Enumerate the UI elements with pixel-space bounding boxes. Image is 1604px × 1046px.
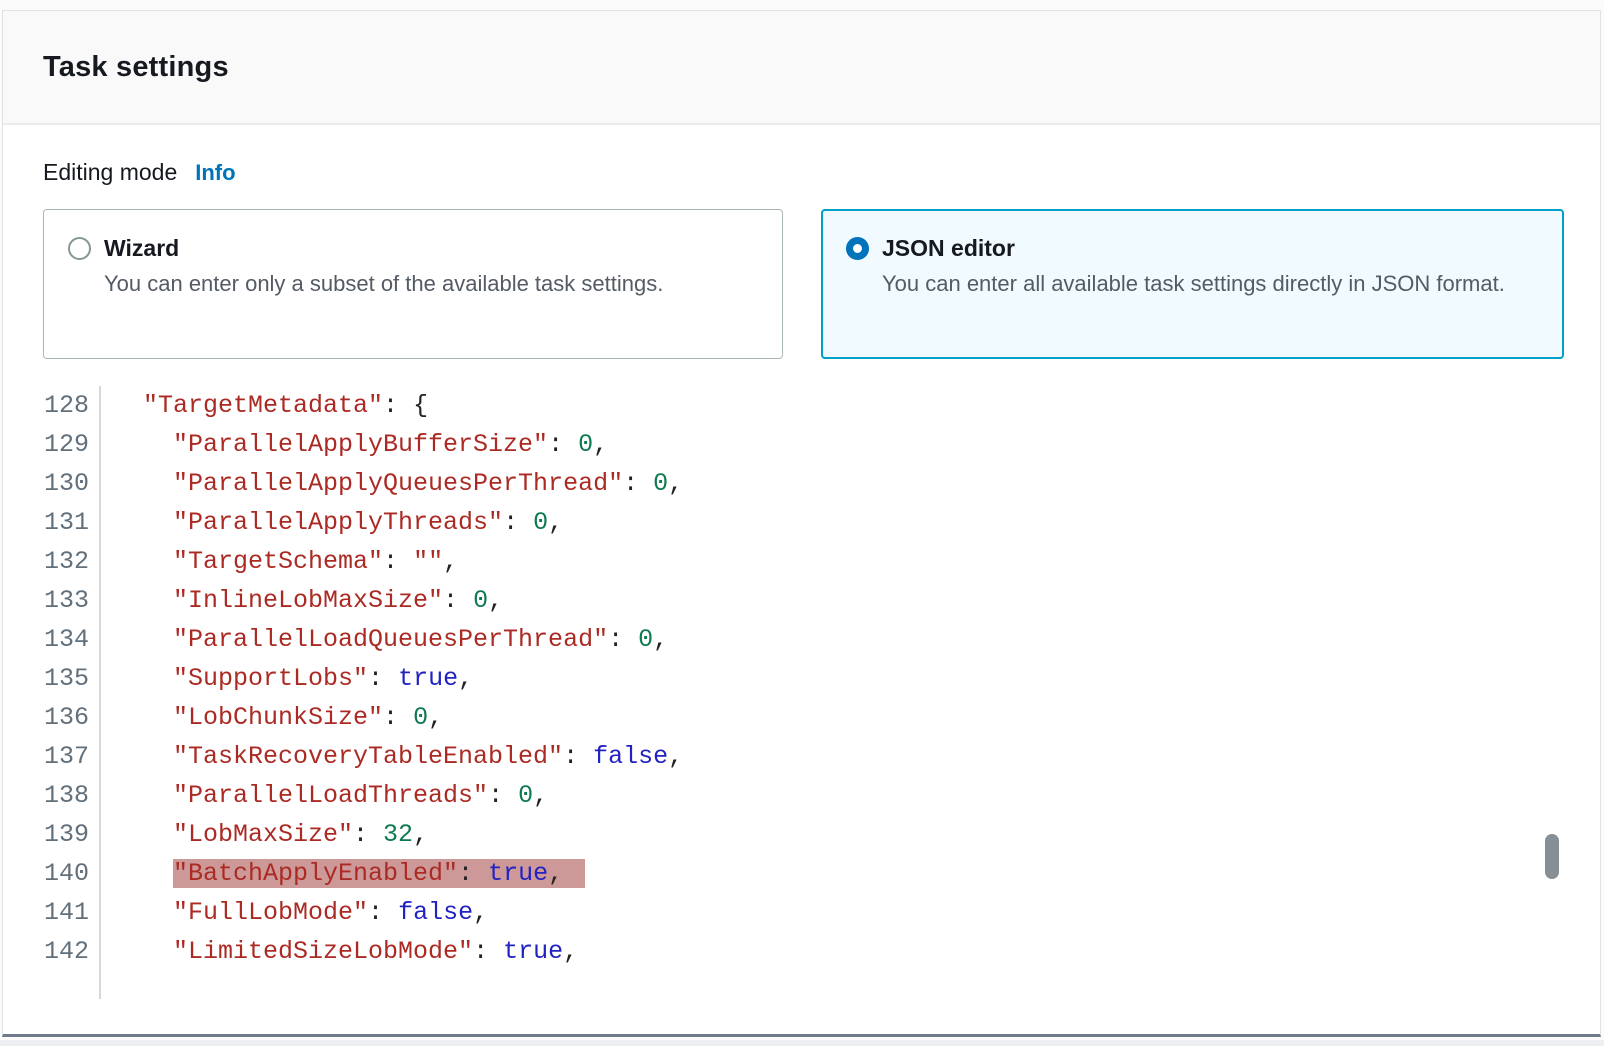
json-editor-option-card[interactable]: JSON editor You can enter all available … [821, 209, 1564, 359]
line-number: 139 [5, 815, 101, 854]
line-number: 130 [5, 464, 101, 503]
code-line: 129"ParallelApplyBufferSize": 0, [5, 425, 1525, 464]
page-bottom-strip [0, 1040, 1604, 1046]
code-line: 136"LobChunkSize": 0, [5, 698, 1525, 737]
highlighted-code: "BatchApplyEnabled": true, [173, 859, 585, 888]
task-settings-panel: Task settings Editing mode Info Wizard Y… [2, 10, 1601, 1037]
page-title: Task settings [43, 51, 229, 84]
code-line: 132"TargetSchema": "", [5, 542, 1525, 581]
line-number: 131 [5, 503, 101, 542]
line-number: 128 [5, 386, 101, 425]
wizard-option-card[interactable]: Wizard You can enter only a subset of th… [43, 209, 783, 359]
code-line: 133"InlineLobMaxSize": 0, [5, 581, 1525, 620]
code-line: 140 "BatchApplyEnabled": true, [5, 854, 1525, 893]
code-line: 141"FullLobMode": false, [5, 893, 1525, 932]
editing-mode-row: Editing mode Info [43, 159, 236, 186]
code-line: 138"ParallelLoadThreads": 0, [5, 776, 1525, 815]
line-number: 129 [5, 425, 101, 464]
line-number: 133 [5, 581, 101, 620]
wizard-option-description: You can enter only a subset of the avail… [104, 269, 663, 299]
vertical-scrollbar-thumb[interactable] [1545, 834, 1559, 879]
line-number: 132 [5, 542, 101, 581]
code-line: 134"ParallelLoadQueuesPerThread": 0, [5, 620, 1525, 659]
line-number: 141 [5, 893, 101, 932]
json-editor-option-description: You can enter all available task setting… [882, 269, 1505, 299]
line-number: 134 [5, 620, 101, 659]
code-line-empty [5, 971, 1525, 999]
info-link[interactable]: Info [195, 160, 235, 186]
line-number: 137 [5, 737, 101, 776]
code-line: 142"LimitedSizeLobMode": true, [5, 932, 1525, 971]
code-line: 139"LobMaxSize": 32, [5, 815, 1525, 854]
code-line: 128"TargetMetadata": { [5, 386, 1525, 425]
code-line: 137"TaskRecoveryTableEnabled": false, [5, 737, 1525, 776]
code-line: 131"ParallelApplyThreads": 0, [5, 503, 1525, 542]
json-code-editor[interactable]: 128"TargetMetadata": {129"ParallelApplyB… [5, 386, 1525, 999]
json-editor-option-title: JSON editor [882, 234, 1505, 262]
wizard-radio-button[interactable] [68, 237, 91, 260]
wizard-option-title: Wizard [104, 234, 663, 262]
line-number: 136 [5, 698, 101, 737]
json-editor-radio-button[interactable] [846, 237, 869, 260]
editing-mode-label: Editing mode [43, 159, 177, 186]
line-number: 138 [5, 776, 101, 815]
code-line: 130"ParallelApplyQueuesPerThread": 0, [5, 464, 1525, 503]
code-line: 135"SupportLobs": true, [5, 659, 1525, 698]
panel-header: Task settings [3, 11, 1600, 125]
line-number: 140 [5, 854, 101, 893]
line-number: 135 [5, 659, 101, 698]
line-number: 142 [5, 932, 101, 971]
